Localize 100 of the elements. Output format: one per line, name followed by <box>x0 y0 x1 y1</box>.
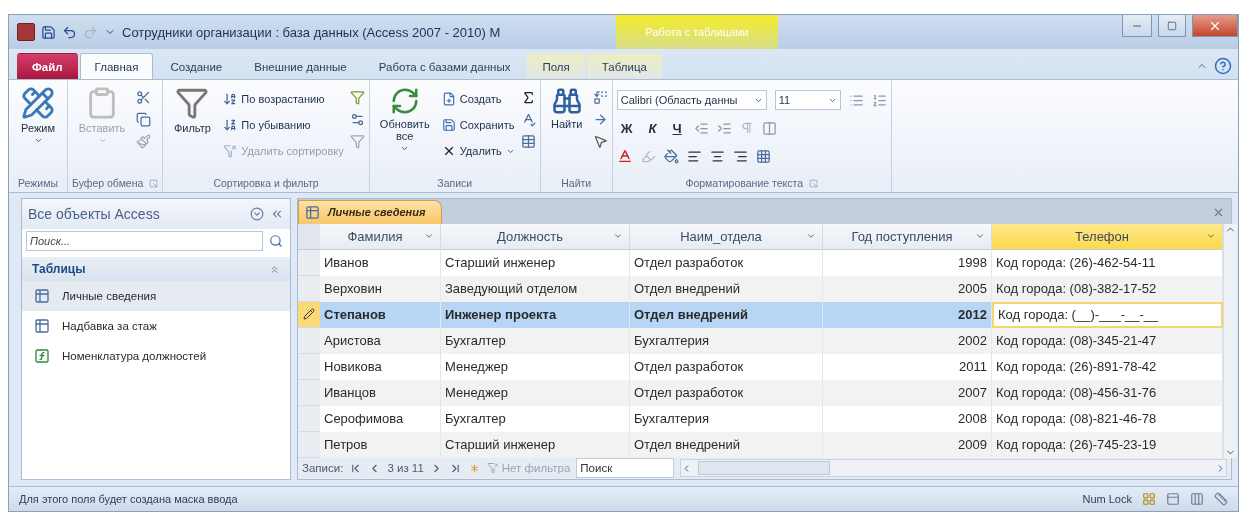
new-record-button[interactable]: Создать <box>439 88 517 110</box>
cut-icon[interactable] <box>136 90 151 105</box>
table-cell: Инженер проекта <box>441 301 630 328</box>
underline-button[interactable]: Ч <box>668 120 686 136</box>
save-icon[interactable] <box>41 24 56 40</box>
maximize-icon <box>1167 20 1177 31</box>
collapse-pane-icon[interactable] <box>270 207 284 221</box>
table-cell: Петров <box>320 431 441 458</box>
table-cell: 2009 <box>823 431 992 458</box>
table-cell: Отдел внедрений <box>630 431 823 458</box>
help-icon[interactable] <box>1214 57 1232 75</box>
undo-icon[interactable] <box>62 24 77 40</box>
nav-item[interactable]: Номенклатура должностей <box>22 341 290 371</box>
ribbon-tab[interactable]: Поля <box>527 53 585 79</box>
italic-button[interactable]: К <box>644 120 661 136</box>
align-left-icon[interactable] <box>686 148 702 164</box>
close-button[interactable] <box>1192 15 1238 37</box>
column-header[interactable]: Телефон <box>992 223 1223 250</box>
horizontal-scrollbar[interactable] <box>680 459 1227 478</box>
table-icon <box>305 204 320 220</box>
table-cell: Аристова <box>320 327 441 354</box>
row-selector[interactable] <box>298 301 320 328</box>
align-right-icon[interactable] <box>732 148 748 164</box>
search-icon <box>269 234 283 248</box>
table-cell: Верховин <box>320 275 441 302</box>
ribbon-tab[interactable]: Главная <box>79 53 154 79</box>
table-icon[interactable] <box>520 134 536 149</box>
num-lock-indicator: Num Lock <box>1082 493 1132 505</box>
bold-button[interactable]: Ж <box>616 120 637 136</box>
ribbon-tab[interactable]: Работа с базами данных <box>363 53 526 79</box>
ribbon-tab[interactable]: Файл <box>17 53 78 79</box>
filter-button[interactable]: Фильтр <box>167 84 218 136</box>
sort-ascending-button[interactable]: По возрастанию <box>221 88 346 110</box>
new-icon <box>441 92 456 106</box>
table-cell: Старший инженер <box>441 431 630 458</box>
redo-icon[interactable] <box>83 24 98 40</box>
records-label: Записи: <box>302 462 344 475</box>
replace-icon[interactable] <box>592 90 608 105</box>
record-position[interactable]: 3 из 11 <box>387 462 424 475</box>
fill-color-icon[interactable] <box>663 148 679 164</box>
ribbon-tab[interactable]: Внешние данные <box>239 53 362 79</box>
dialog-launcher-icon[interactable] <box>809 178 819 188</box>
toggle-filter-icon[interactable] <box>349 134 365 149</box>
datasheet-view-icon[interactable] <box>1142 492 1156 506</box>
bullet-list-icon[interactable] <box>848 92 864 108</box>
align-center-icon[interactable] <box>709 148 725 164</box>
numbered-list-icon[interactable] <box>871 92 887 108</box>
document-tab[interactable]: Личные сведения <box>298 199 443 224</box>
vertical-scrollbar[interactable] <box>1223 223 1237 458</box>
decrease-indent-icon[interactable] <box>693 120 709 136</box>
search-field[interactable]: Поиск... <box>26 231 263 251</box>
advanced-filter-icon[interactable] <box>349 112 365 127</box>
design-view-icon[interactable] <box>1214 492 1228 506</box>
dropdown-icon[interactable] <box>250 207 264 221</box>
table-cell: Степанов <box>320 301 441 328</box>
dialog-launcher-icon[interactable] <box>149 178 159 188</box>
minimize-button[interactable] <box>1122 15 1152 37</box>
sort-descending-button[interactable]: По убыванию <box>221 114 346 136</box>
column-header[interactable]: Фамилия <box>320 223 441 250</box>
table-cell: Менеджер <box>441 379 630 406</box>
pivot-chart-icon[interactable] <box>1190 492 1204 506</box>
column-header[interactable]: Должность <box>441 223 630 250</box>
highlight-icon[interactable] <box>640 148 656 164</box>
nav-item[interactable]: Надбавка за стаж <box>22 311 290 341</box>
view-button[interactable]: Режим <box>13 84 63 147</box>
font-color-icon[interactable] <box>616 148 633 164</box>
table-cell: Код города: (26)-745-23-19 <box>992 431 1223 458</box>
columns-icon[interactable] <box>761 120 777 136</box>
save-record-button[interactable]: Сохранить <box>439 114 517 136</box>
selection-filter-icon[interactable] <box>349 90 365 105</box>
record-search-field[interactable]: Поиск <box>576 458 675 479</box>
increase-indent-icon[interactable] <box>716 120 732 136</box>
column-header[interactable]: Год поступления <box>823 223 992 250</box>
gridlines-icon[interactable] <box>755 148 771 164</box>
group-header[interactable]: Таблицы <box>22 257 290 281</box>
copy-icon[interactable] <box>136 112 151 127</box>
format-painter-icon[interactable] <box>136 134 151 149</box>
find-button[interactable]: Найти <box>544 84 589 132</box>
group-label: Режимы <box>18 177 58 189</box>
select-icon[interactable] <box>592 134 608 149</box>
delete-record-button[interactable]: Удалить <box>439 140 517 162</box>
ribbon-tab[interactable]: Таблица <box>586 53 662 79</box>
scroll-thumb[interactable] <box>698 461 831 476</box>
ribbon-tab[interactable]: Создание <box>155 53 238 79</box>
font-name-field[interactable]: Calibri (Область данны <box>616 90 767 110</box>
maximize-button[interactable] <box>1158 15 1186 37</box>
refresh-all-button[interactable]: Обновить все <box>373 84 436 155</box>
go-to-icon[interactable] <box>592 112 608 127</box>
table-icon <box>34 288 50 304</box>
pivot-table-icon[interactable] <box>1166 492 1180 506</box>
pane-title: Все объекты Access <box>28 206 161 222</box>
clear-sort-icon <box>223 144 238 158</box>
table-cell: Код города: (__)-___-__-__ <box>992 301 1223 328</box>
font-size-field[interactable]: 11 <box>774 90 841 110</box>
window-title: Сотрудники организации : база данных (Access 2007 - 2010) M <box>122 24 502 40</box>
nav-item[interactable]: Личные сведения <box>22 281 290 311</box>
group-label: Форматирование текста <box>685 177 804 189</box>
column-header[interactable]: Наим_отдела <box>630 223 823 250</box>
paragraph-icon[interactable] <box>739 121 754 135</box>
sort-ascending-icon <box>223 92 238 106</box>
